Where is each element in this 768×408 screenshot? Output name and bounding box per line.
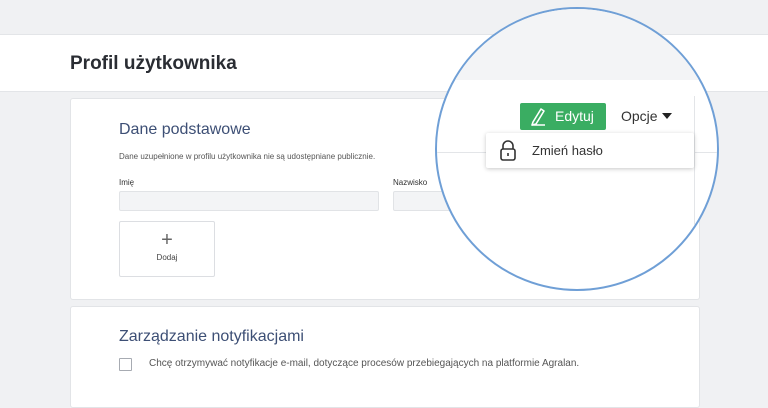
first-name-input[interactable] <box>119 191 379 211</box>
options-button[interactable]: Opcje <box>621 108 658 124</box>
first-name-label: Imię <box>119 178 135 187</box>
options-dropdown: Zmień hasło <box>486 133 694 168</box>
privacy-note: Dane uzupełnione w profilu użytkownika n… <box>119 152 376 161</box>
email-notifications-checkbox[interactable] <box>119 358 132 371</box>
add-photo-button[interactable]: + Dodaj <box>119 221 215 277</box>
edit-button[interactable]: Edytuj <box>520 103 606 130</box>
plus-icon: + <box>161 229 173 251</box>
notifications-card: Zarządzanie notyfikacjami Chcę otrzymywa… <box>70 306 700 408</box>
basic-info-title: Dane podstawowe <box>119 121 251 138</box>
last-name-label: Nazwisko <box>393 178 428 187</box>
magnified-divider <box>690 152 717 153</box>
email-notifications-label: Chcę otrzymywać notyfikacje e-mail, doty… <box>149 358 580 369</box>
edit-button-label: Edytuj <box>555 108 594 124</box>
page-title: Profil użytkownika <box>70 53 237 74</box>
add-label: Dodaj <box>156 253 178 262</box>
magnified-card-edge <box>694 96 695 236</box>
menu-item-label: Zmień hasło <box>532 143 603 158</box>
lock-icon <box>499 140 517 166</box>
magnified-header-bg <box>437 9 717 80</box>
pencil-icon <box>529 107 547 129</box>
notifications-title: Zarządzanie notyfikacjami <box>119 328 304 345</box>
magnifier-lens: Edytuj Opcje Zmień hasło <box>435 7 719 291</box>
caret-down-icon[interactable] <box>662 113 672 119</box>
